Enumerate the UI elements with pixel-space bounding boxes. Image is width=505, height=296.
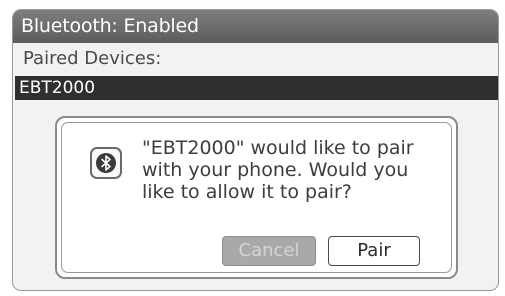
- pair-request-dialog: "EBT2000" would like to pair with your p…: [55, 116, 458, 279]
- message-line: "EBT2000" would like to pair: [142, 137, 414, 159]
- bluetooth-glyph: [96, 153, 116, 173]
- paired-devices-label: Paired Devices:: [23, 48, 162, 69]
- message-line: with your phone. Would you: [142, 159, 409, 181]
- message-line: like to allow it to pair?: [142, 181, 352, 203]
- title-bar: Bluetooth: Enabled: [13, 10, 498, 43]
- dialog-inner-frame: "EBT2000" would like to pair with your p…: [61, 122, 452, 273]
- bluetooth-screen: Bluetooth: Enabled Paired Devices: EBT20…: [12, 9, 499, 291]
- cancel-button[interactable]: Cancel: [222, 236, 316, 266]
- pair-request-message: "EBT2000" would like to pair with your p…: [142, 137, 452, 203]
- paired-device-row[interactable]: EBT2000: [15, 76, 498, 100]
- bluetooth-icon: [90, 147, 122, 179]
- pair-button[interactable]: Pair: [328, 236, 420, 266]
